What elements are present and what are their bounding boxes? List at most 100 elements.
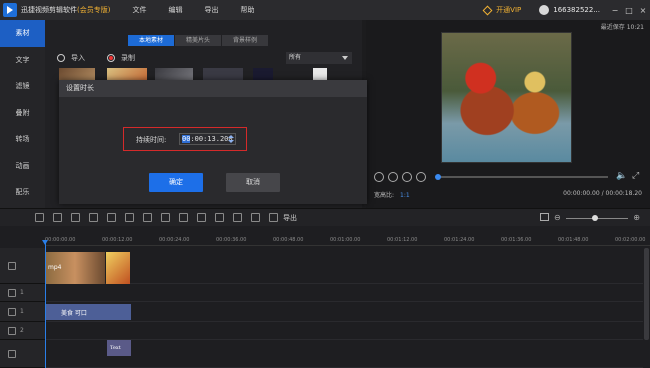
track-number: 2 <box>20 327 24 334</box>
avatar <box>539 5 550 15</box>
video-clip[interactable] <box>106 252 130 284</box>
progress-handle[interactable] <box>435 174 441 180</box>
tab-intros[interactable]: 精美片头 <box>175 35 222 46</box>
track-header-text: 1 <box>0 302 45 322</box>
text-clip[interactable]: Text <box>107 340 131 356</box>
minimize-icon[interactable]: − <box>608 6 622 15</box>
text-clip-label: 美食 可口 <box>61 310 87 317</box>
freeze-icon[interactable] <box>179 213 188 222</box>
sidebar-item-filter[interactable]: 滤镜 <box>0 73 45 100</box>
fit-timeline-icon[interactable] <box>540 213 549 221</box>
ok-button[interactable]: 确定 <box>149 173 203 192</box>
delete-icon[interactable] <box>107 213 116 222</box>
open-vip-button[interactable]: 开通VIP <box>482 5 521 15</box>
stop-icon[interactable] <box>416 172 426 182</box>
aspect-ratio: 宽高比: 1:1 <box>374 190 410 199</box>
text-track-icon <box>8 327 16 335</box>
last-saved: 最近保存 10:21 <box>600 24 644 31</box>
text-track[interactable] <box>45 302 643 322</box>
copy-icon[interactable] <box>143 213 152 222</box>
import-icon[interactable] <box>57 54 65 62</box>
timeline: 00:00:00.00 00:00:12.00 00:00:24.00 00:0… <box>0 226 650 368</box>
ruler-tick-label: 00:00:36.00 <box>216 237 247 243</box>
ruler-tick-label: 00:00:12.00 <box>102 237 133 243</box>
ruler-tick-label: 00:02:00.00 <box>615 237 646 243</box>
close-icon[interactable]: × <box>636 6 650 15</box>
crop-icon[interactable] <box>125 213 134 222</box>
undo-icon[interactable] <box>35 213 44 222</box>
sidebar-item-overlay[interactable]: 叠附 <box>0 100 45 127</box>
video-clip[interactable]: mp4 <box>45 252 105 284</box>
mosaic-icon[interactable] <box>161 213 170 222</box>
split-icon[interactable] <box>89 213 98 222</box>
text-clip-label: Text <box>110 345 121 351</box>
prev-frame-icon[interactable] <box>374 172 384 182</box>
text-track-2[interactable] <box>45 322 643 340</box>
track-header-video <box>0 248 45 284</box>
next-frame-icon[interactable] <box>402 172 412 182</box>
app-edition: (会员专版) <box>77 6 111 14</box>
timeline-ruler[interactable]: 00:00:00.00 00:00:12.00 00:00:24.00 00:0… <box>45 226 650 246</box>
user-account[interactable]: 166382522... <box>539 5 600 15</box>
diamond-icon <box>482 5 493 15</box>
preview-panel: 最近保存 10:21 🔈 ⤢ 宽高比: 1:1 00:00:00.00 / 00:… <box>366 20 650 208</box>
menu-file[interactable]: 文件 <box>132 5 146 15</box>
import-row: 导入 录制 <box>57 53 135 63</box>
ruler-tick-label: 00:01:24.00 <box>444 237 475 243</box>
record-icon[interactable] <box>107 54 115 62</box>
spin-arrows-icon[interactable] <box>228 135 234 143</box>
ruler-tick-label: 00:00:00.00 <box>45 237 76 243</box>
export-button[interactable]: 导出 <box>283 213 297 223</box>
sidebar-item-text[interactable]: 文字 <box>0 47 45 74</box>
record-button[interactable]: 录制 <box>121 53 135 63</box>
cancel-button[interactable]: 取消 <box>226 173 280 192</box>
track-header-music <box>0 340 45 368</box>
music-track-icon <box>8 350 16 358</box>
user-id: 166382522... <box>553 6 600 14</box>
aspect-label: 宽高比: <box>374 192 395 199</box>
maximize-icon[interactable]: □ <box>622 6 636 15</box>
timeline-toolbar: 导出 ⊖ ⊕ <box>0 208 650 226</box>
filter-value: 所有 <box>289 54 302 61</box>
play-icon[interactable] <box>388 172 398 182</box>
redo-icon[interactable] <box>53 213 62 222</box>
edit-icon[interactable] <box>71 213 80 222</box>
duration-input[interactable]: 00:00:13.200 <box>179 133 236 145</box>
title-bar: 迅捷视频剪辑软件(会员专版) 文件 编辑 导出 帮助 开通VIP 1663825… <box>0 0 650 20</box>
duration-rest: :00:13.200 <box>190 135 233 143</box>
overlay-track[interactable] <box>45 284 643 302</box>
volume-icon[interactable]: 🔈 <box>616 171 627 181</box>
zoom-in-icon[interactable]: ⊕ <box>633 213 640 222</box>
music-track[interactable] <box>45 340 643 368</box>
app-logo-icon <box>3 3 17 17</box>
zoom-slider-handle[interactable] <box>592 215 598 221</box>
sidebar-item-animation[interactable]: 动画 <box>0 153 45 180</box>
sidebar-item-music[interactable]: 配乐 <box>0 179 45 206</box>
timeline-scrollbar[interactable] <box>644 248 649 340</box>
mic-icon[interactable] <box>233 213 242 222</box>
audio-icon[interactable] <box>251 213 260 222</box>
chevron-down-icon <box>342 56 348 60</box>
tab-backgrounds[interactable]: 背景样例 <box>222 35 269 46</box>
playback-progress[interactable] <box>435 174 608 180</box>
video-track[interactable] <box>45 248 643 284</box>
media-filter-select[interactable]: 所有 <box>286 52 352 64</box>
tab-local-media[interactable]: 本地素材 <box>128 35 175 46</box>
menu-edit[interactable]: 编辑 <box>168 5 182 15</box>
sidebar-item-media[interactable]: 素材 <box>0 20 45 47</box>
menu-export[interactable]: 导出 <box>204 5 218 15</box>
sidebar-item-transition[interactable]: 转场 <box>0 126 45 153</box>
text-clip[interactable]: 美食 可口 <box>45 304 131 320</box>
video-track-icon <box>8 262 16 270</box>
duration-icon[interactable] <box>197 213 206 222</box>
menu-help[interactable]: 帮助 <box>240 5 254 15</box>
aspect-value[interactable]: 1:1 <box>400 192 410 199</box>
import-button[interactable]: 导入 <box>71 53 85 63</box>
fullscreen-icon[interactable]: ⤢ <box>632 171 639 181</box>
track-header-text2: 2 <box>0 322 45 340</box>
playhead[interactable] <box>42 240 48 368</box>
track-number: 1 <box>20 289 24 296</box>
export-icon[interactable] <box>269 213 278 222</box>
speed-icon[interactable] <box>215 213 224 222</box>
zoom-out-icon[interactable]: ⊖ <box>554 213 561 222</box>
